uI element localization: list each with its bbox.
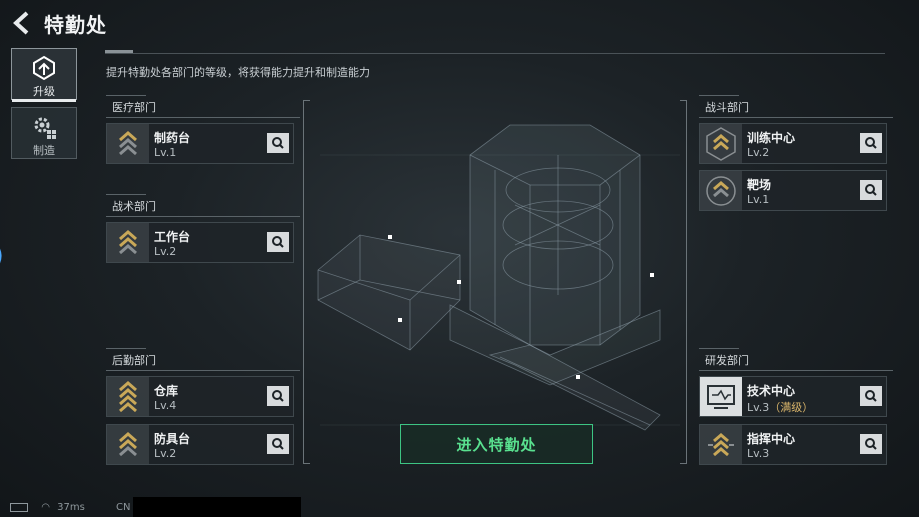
rank-chevrons-icon [706,127,736,161]
dept-header-combat: 战斗部门 [699,95,893,118]
search-icon [865,184,877,196]
max-level-note: （满级） [769,401,814,414]
room-icon-box [700,425,742,464]
room-name: 靶场 [747,178,772,192]
search-icon [272,390,284,402]
tab-craft-label: 制造 [33,144,55,157]
room-level: Lv.3 [747,447,770,460]
building-wireframe [317,124,680,431]
room-icon-box [107,425,149,464]
search-icon [272,438,284,450]
room-level: Lv.3（满级） [747,399,813,415]
inspect-button[interactable] [267,133,289,153]
search-icon [865,438,877,450]
room-name: 技术中心 [747,384,796,398]
dept-title-tactical: 战术部门 [112,200,156,213]
enter-special-ops-button[interactable]: 进入特勤处 [400,424,593,464]
rank-chevrons-icon [706,176,736,206]
status-bar: ◠ 37ms CN U [10,502,141,513]
rank-chevrons-icon [119,381,137,413]
wifi-icon: ◠ [41,502,50,513]
room-icon-box [700,124,742,163]
page-title: 特勤处 [44,13,107,37]
room-icon-box [107,124,149,163]
inspect-button[interactable] [267,386,289,406]
right-bracket [680,100,687,464]
room-icon-box [107,223,149,262]
header-divider-mark [105,50,133,53]
room-name: 制药台 [154,131,191,145]
room-level: Lv.2 [154,447,177,460]
dept-header-tactical: 战术部门 [106,194,300,217]
room-level-value: Lv.3 [747,401,770,414]
dept-title-medical: 医疗部门 [112,101,156,114]
ping-value: 37ms [57,502,85,513]
tab-upgrade[interactable]: 升级 [11,48,77,102]
room-name: 训练中心 [747,131,796,145]
dept-header-medical: 医疗部门 [106,95,300,118]
room-level: Lv.2 [154,245,177,258]
tab-upgrade-label: 升级 [33,85,55,98]
room-card-shooting-range[interactable]: 靶场 Lv.1 [699,170,887,211]
dept-title-research: 研发部门 [705,354,749,367]
room-level: Lv.2 [747,146,770,159]
room-icon-box [700,377,742,416]
room-name: 工作台 [154,230,191,244]
rank-chevrons-icon [119,432,137,457]
computer-terminal-icon [707,385,735,409]
inspect-button[interactable] [860,386,882,406]
room-name: 指挥中心 [747,432,796,446]
side-drawer-handle[interactable] [0,236,8,276]
inspect-button[interactable] [860,133,882,153]
room-level: Lv.1 [154,146,177,159]
search-icon [865,390,877,402]
upgrade-icon [33,55,55,81]
inspect-button[interactable] [267,434,289,454]
room-card-tech-center[interactable]: 技术中心 Lv.3（满级） [699,376,887,417]
dept-header-logistics: 后勤部门 [106,348,300,371]
room-name: 防具台 [154,432,191,446]
inspect-button[interactable] [267,232,289,252]
page-subtitle: 提升特勤处各部门的等级，将获得能力提升和制造能力 [106,66,370,79]
search-icon [865,137,877,149]
inspect-button[interactable] [860,434,882,454]
inspect-button[interactable] [860,180,882,200]
room-icon-box [107,377,149,416]
header-divider [105,53,885,54]
room-level: Lv.1 [747,193,770,206]
battery-icon [10,502,28,512]
rank-chevrons-icon [119,131,137,156]
back-button[interactable] [10,10,34,36]
rank-chevrons-icon [119,230,137,255]
left-bracket [303,100,310,464]
room-card-pharmacy[interactable]: 制药台 Lv.1 [106,123,294,164]
search-icon [272,236,284,248]
room-card-training-center[interactable]: 训练中心 Lv.2 [699,123,887,164]
redacted-area [133,497,301,517]
room-name: 仓库 [154,384,179,398]
tab-craft[interactable]: 制造 [11,107,77,159]
room-card-workbench[interactable]: 工作台 Lv.2 [106,222,294,263]
room-icon-box [700,171,742,210]
dept-header-research: 研发部门 [699,348,893,371]
dept-title-logistics: 后勤部门 [112,354,156,367]
gear-icon [34,117,56,139]
room-card-command-center[interactable]: 指挥中心 Lv.3 [699,424,887,465]
room-card-warehouse[interactable]: 仓库 Lv.4 [106,376,294,417]
rank-chevrons-icon [708,433,734,457]
room-card-armor-bench[interactable]: 防具台 Lv.2 [106,424,294,465]
chevron-left-icon [13,11,29,35]
room-level: Lv.4 [154,399,177,412]
dept-title-combat: 战斗部门 [705,101,749,114]
search-icon [272,137,284,149]
